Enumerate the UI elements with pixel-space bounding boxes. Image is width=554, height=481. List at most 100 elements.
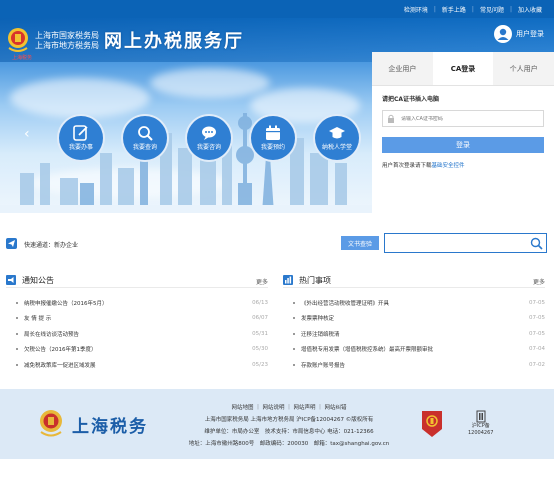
carousel-prev-icon[interactable]: ‹ <box>24 126 30 142</box>
user-login-link[interactable]: 用户登录 <box>494 25 544 43</box>
footer-maintainer: 维护单位：市局办公室 技术支持：市局信息中心 电话：021-12366 <box>204 429 374 435</box>
tab-ca-login[interactable]: CA登录 <box>432 52 494 85</box>
list-item[interactable]: 迁移注销络税清 07-05 <box>283 326 545 342</box>
list-item-date: 06/07 <box>252 315 268 322</box>
list-item-title: 欠税公告（2016年第1季度） <box>24 347 97 354</box>
list-item-title: 迁移注销络税清 <box>301 331 340 338</box>
login-note-text: 用户首次登录请下载 <box>382 163 432 169</box>
lock-icon <box>387 114 395 123</box>
bar-chart-icon <box>283 275 293 285</box>
icp-label: 沪ICP备 <box>471 423 490 429</box>
quick-item-label: 我要查询 <box>132 144 157 151</box>
fast-channel-new-enterprise[interactable]: 新办企业 <box>54 242 78 249</box>
quick-item-appointment[interactable]: 我要预约 <box>248 114 298 162</box>
list-item[interactable]: 《外出经营活动税收管理证明》开具 07-05 <box>283 295 545 311</box>
login-tabs: 企业用户 CA登录 个人用户 <box>372 52 554 86</box>
notice-title: 通知公告 <box>22 276 54 285</box>
document-verify-button[interactable]: 文书查验 <box>341 236 379 250</box>
search-row: 快速通道：新办企业 文书查验 <box>0 233 554 255</box>
icp-badge[interactable]: 沪ICP备 12004267 <box>468 409 493 437</box>
footer-address: 地址：上海市徽州路800号 邮政编码：200030 邮箱：tax@shangha… <box>188 441 390 447</box>
list-item-title: 减免税政策库一促进区域发展 <box>24 362 96 369</box>
list-item-title: 局长在线访谈活动预告 <box>24 331 80 338</box>
ca-password-field[interactable] <box>382 110 544 127</box>
list-item-title: 友 情 提 示 <box>24 316 52 323</box>
notice-more-link[interactable]: 更多 <box>256 277 268 286</box>
list-item-date: 05/23 <box>252 361 268 368</box>
footer-info: 网站地图 ｜ 网站说明 ｜ 网站声明 ｜ 网站纠错 上海市国家税务局 上海市地方… <box>166 402 412 450</box>
footer-links[interactable]: 网站地图 ｜ 网站说明 ｜ 网站声明 ｜ 网站纠错 <box>166 402 412 414</box>
tab-personal-user[interactable]: 个人用户 <box>493 52 554 85</box>
list-item[interactable]: 友 情 提 示 06/07 <box>6 311 268 327</box>
footer: 上海税务 网站地图 ｜ 网站说明 ｜ 网站声明 ｜ 网站纠错 上海市国家税务局 … <box>0 389 554 459</box>
list-item-title: 纳税申报催缴公告（2016年5月） <box>24 300 108 307</box>
hot-items-section: 热门事项 更多 《外出经营活动税收管理证明》开具 07-05 发票票种核定 07-0… <box>283 272 545 373</box>
login-body: 请把CA证书插入电脑 登录 用户首次登录请下载基础安全控件 <box>372 86 554 177</box>
announcement-icon <box>6 275 16 285</box>
list-item-date: 05/30 <box>252 346 268 353</box>
login-panel: 企业用户 CA登录 个人用户 请把CA证书插入电脑 登录 用户首次登录请下载基础… <box>372 52 554 213</box>
list-item-title: 存款账户账号报告 <box>301 362 346 369</box>
fast-channel-label: 快速通道： <box>24 242 55 249</box>
list-item-date: 07-05 <box>529 299 545 306</box>
tax-bureau-logo[interactable]: 上海市国家税务局 上海市地方税务局 <box>6 26 99 56</box>
quick-item-affairs[interactable]: 我要办事 <box>56 114 106 162</box>
ca-hint: 请把CA证书插入电脑 <box>382 96 440 103</box>
send-icon <box>6 238 17 249</box>
top-link-newbie[interactable]: 新手上路 <box>436 5 472 14</box>
search-input[interactable] <box>384 233 547 253</box>
quick-item-school[interactable]: 纳税人学堂 <box>312 114 362 162</box>
building-icon <box>476 410 486 423</box>
tax-emblem-icon <box>38 409 64 439</box>
ca-password-input[interactable] <box>401 115 541 122</box>
list-item[interactable]: 减免税政策库一促进区域发展 05/23 <box>6 357 268 373</box>
brand-subtitle: 上海税务 <box>12 55 33 61</box>
list-item-date: 07-05 <box>529 330 545 337</box>
hot-title: 热门事项 <box>299 276 331 285</box>
list-item[interactable]: 增值税专用发票（增值税税控系统）最高开票限额审批 07-04 <box>283 342 545 358</box>
quick-service-icons: 我要办事 我要查询 我要咨询 我要预约 纳税人学堂 <box>56 114 376 162</box>
edit-icon <box>57 114 105 162</box>
tab-enterprise-user[interactable]: 企业用户 <box>372 52 433 85</box>
footer-copyright: 上海市国家税务局 上海市地方税务局 沪ICP备12004267 ©版权所有 <box>204 417 374 423</box>
gov-site-badge-icon[interactable] <box>420 409 444 439</box>
list-item[interactable]: 存款账户账号报告 07-02 <box>283 357 545 373</box>
list-item[interactable]: 发票票种核定 07-05 <box>283 311 545 327</box>
top-bar: 检测环境 | 新手上路 | 常见问题 | 加入收藏 <box>0 0 554 18</box>
list-item-title: 《外出经营活动税收管理证明》开具 <box>301 300 390 307</box>
top-link-faq[interactable]: 常见问题 <box>474 5 510 14</box>
list-item-date: 07-02 <box>529 361 545 368</box>
fast-channel: 快速通道：新办企业 <box>24 240 78 249</box>
search-icon <box>121 114 169 162</box>
quick-item-query[interactable]: 我要查询 <box>120 114 170 162</box>
top-link-environment[interactable]: 检测环境 <box>398 5 434 14</box>
notice-list: 纳税申报催缴公告（2016年5月） 06/13 友 情 提 示 06/07 局长在线… <box>6 295 268 373</box>
bureau-names: 上海市国家税务局 上海市地方税务局 <box>35 31 99 51</box>
list-item[interactable]: 欠税公告（2016年第1季度） 05/30 <box>6 342 268 358</box>
top-links: 检测环境 | 新手上路 | 常见问题 | 加入收藏 <box>398 0 548 18</box>
graduation-cap-icon <box>313 114 361 162</box>
list-item-date: 06/13 <box>252 299 268 306</box>
download-control-link[interactable]: 基础安全控件 <box>432 163 465 169</box>
hot-list: 《外出经营活动税收管理证明》开具 07-05 发票票种核定 07-05 迁移注销络税… <box>283 295 545 373</box>
list-item[interactable]: 局长在线访谈活动预告 05/31 <box>6 326 268 342</box>
login-button[interactable]: 登录 <box>382 137 544 153</box>
search-icon[interactable] <box>530 237 543 250</box>
list-item-title: 增值税专用发票（增值税税控系统）最高开票限额审批 <box>301 347 434 354</box>
list-item-date: 05/31 <box>252 330 268 337</box>
tax-emblem-icon <box>6 26 30 56</box>
hot-header: 热门事项 更多 <box>283 272 545 288</box>
calendar-icon <box>249 114 297 162</box>
list-item-date: 07-05 <box>529 315 545 322</box>
notice-header: 通知公告 更多 <box>6 272 268 288</box>
notice-section: 通知公告 更多 纳税申报催缴公告（2016年5月） 06/13 友 情 提 示 06… <box>6 272 268 373</box>
list-item[interactable]: 纳税申报催缴公告（2016年5月） 06/13 <box>6 295 268 311</box>
hot-more-link[interactable]: 更多 <box>533 277 545 286</box>
list-item-date: 07-04 <box>529 346 545 353</box>
quick-item-consult[interactable]: 我要咨询 <box>184 114 234 162</box>
site-title: 网上办税服务厅 <box>104 31 244 52</box>
icp-number: 12004267 <box>468 430 494 436</box>
top-link-favorite[interactable]: 加入收藏 <box>512 5 548 14</box>
quick-item-label: 我要咨询 <box>196 144 221 151</box>
page: 检测环境 | 新手上路 | 常见问题 | 加入收藏 上海市国家税务局 上海市地方… <box>0 0 554 481</box>
